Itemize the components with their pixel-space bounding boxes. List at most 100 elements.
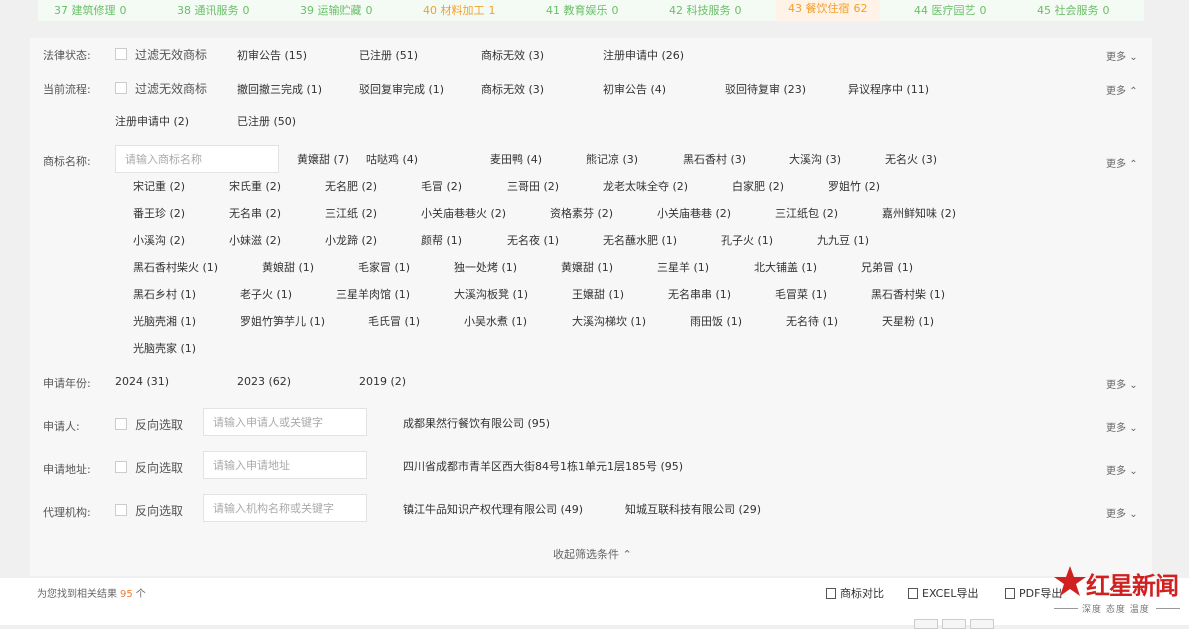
applicant-option[interactable]: 成都果然行餐饮有限公司 (95)	[403, 415, 550, 431]
address-option[interactable]: 四川省成都市青羊区西大街84号1栋1单元1层185号 (95)	[403, 458, 683, 474]
trademark-name-option[interactable]: 九九豆 (1)	[817, 232, 869, 248]
checkbox-box[interactable]	[115, 418, 127, 430]
trademark-name-option[interactable]: 小妹滋 (2)	[229, 232, 281, 248]
trademark-name-option[interactable]: 北大铺盖 (1)	[754, 259, 817, 275]
trademark-name-option[interactable]: 兄弟冒 (1)	[861, 259, 913, 275]
process-option[interactable]: 已注册 (50)	[237, 113, 296, 129]
trademark-name-option[interactable]: 嘉州鲜知味 (2)	[882, 205, 956, 221]
trademark-name-option[interactable]: 毛冒 (2)	[421, 178, 462, 194]
view-toggle[interactable]	[942, 619, 966, 629]
trademark-name-option[interactable]: 大溪沟梯坎 (1)	[572, 313, 646, 329]
process-option[interactable]: 驳回复审完成 (1)	[359, 81, 444, 97]
trademark-name-option[interactable]: 毛冒菜 (1)	[775, 286, 827, 302]
trademark-name-option[interactable]: 雨田饭 (1)	[690, 313, 742, 329]
process-option[interactable]: 撤回撤三完成 (1)	[237, 81, 322, 97]
agency-option[interactable]: 知城互联科技有限公司 (29)	[625, 501, 761, 517]
trademark-name-option[interactable]: 白家肥 (2)	[732, 178, 784, 194]
trademark-name-option[interactable]: 大溪沟板凳 (1)	[454, 286, 528, 302]
more-button[interactable]: 更多 ⌄	[1106, 376, 1138, 391]
trademark-name-option[interactable]: 资格素芬 (2)	[550, 205, 613, 221]
trademark-name-option[interactable]: 无名夜 (1)	[507, 232, 559, 248]
applicant-input[interactable]	[203, 408, 367, 436]
trademark-name-option[interactable]: 黄娘甜 (1)	[262, 259, 314, 275]
trademark-name-option[interactable]: 独一处烤 (1)	[454, 259, 517, 275]
trademark-name-option[interactable]: 王嬢甜 (1)	[572, 286, 624, 302]
more-button[interactable]: 更多 ⌄	[1106, 48, 1138, 63]
class-item[interactable]: 39 运输贮藏 0	[300, 2, 373, 18]
class-item[interactable]: 38 通讯服务 0	[177, 2, 250, 18]
reverse-select-checkbox[interactable]: 反向选取	[115, 459, 183, 476]
trademark-name-option[interactable]: 颜帮 (1)	[421, 232, 462, 248]
year-option[interactable]: 2024 (31)	[115, 375, 169, 388]
address-input[interactable]	[203, 451, 367, 479]
more-button[interactable]: 更多 ⌄	[1106, 419, 1138, 434]
process-option[interactable]: 初审公告 (4)	[603, 81, 666, 97]
trademark-name-option[interactable]: 黑石香村柴火 (1)	[133, 259, 218, 275]
checkbox-box[interactable]	[115, 461, 127, 473]
more-button[interactable]: 更多 ⌃	[1106, 155, 1138, 170]
view-toggle[interactable]	[970, 619, 994, 629]
trademark-name-option[interactable]: 小龙蹄 (2)	[325, 232, 377, 248]
trademark-name-option[interactable]: 无名串 (2)	[229, 205, 281, 221]
compare-button[interactable]: 商标对比	[826, 585, 884, 601]
trademark-name-option[interactable]: 罗姐竹 (2)	[828, 178, 880, 194]
process-option[interactable]: 注册申请中 (2)	[115, 113, 189, 129]
process-option[interactable]: 商标无效 (3)	[481, 81, 544, 97]
more-button[interactable]: 更多 ⌄	[1106, 505, 1138, 520]
legal-status-option[interactable]: 商标无效 (3)	[481, 47, 544, 63]
class-item[interactable]: 44 医疗园艺 0	[914, 2, 987, 18]
legal-status-option[interactable]: 已注册 (51)	[359, 47, 418, 63]
trademark-name-option[interactable]: 三江纸 (2)	[325, 205, 377, 221]
trademark-name-option[interactable]: 熊记凉 (3)	[586, 151, 638, 167]
year-option[interactable]: 2023 (62)	[237, 375, 291, 388]
trademark-name-option[interactable]: 小关庙巷巷 (2)	[657, 205, 731, 221]
trademark-name-option[interactable]: 宋氏重 (2)	[229, 178, 281, 194]
trademark-name-option[interactable]: 麦田鸭 (4)	[490, 151, 542, 167]
legal-status-option[interactable]: 初审公告 (15)	[237, 47, 307, 63]
trademark-name-option[interactable]: 三星羊肉馆 (1)	[336, 286, 410, 302]
class-item[interactable]: 42 科技服务 0	[669, 2, 742, 18]
trademark-name-option[interactable]: 无名待 (1)	[786, 313, 838, 329]
trademark-name-option[interactable]: 三星羊 (1)	[657, 259, 709, 275]
trademark-name-option[interactable]: 无名火 (3)	[885, 151, 937, 167]
trademark-name-option[interactable]: 龙老太味全夺 (2)	[603, 178, 688, 194]
trademark-name-option[interactable]: 黑石香村 (3)	[683, 151, 746, 167]
filter-invalid-checkbox[interactable]: 过滤无效商标	[115, 80, 207, 97]
agency-option[interactable]: 镇江牛品知识产权代理有限公司 (49)	[403, 501, 583, 517]
trademark-name-option[interactable]: 毛家冒 (1)	[358, 259, 410, 275]
trademark-name-option[interactable]: 咕哒鸡 (4)	[366, 151, 418, 167]
reverse-select-checkbox[interactable]: 反向选取	[115, 416, 183, 433]
trademark-name-option[interactable]: 大溪沟 (3)	[789, 151, 841, 167]
checkbox-box[interactable]	[115, 48, 127, 60]
trademark-name-option[interactable]: 无名蘸水肥 (1)	[603, 232, 677, 248]
trademark-name-option[interactable]: 无名串串 (1)	[668, 286, 731, 302]
class-item-active[interactable]: 43 餐饮住宿 62	[776, 0, 880, 21]
trademark-name-option[interactable]: 毛氏冒 (1)	[368, 313, 420, 329]
trademark-name-option[interactable]: 三江纸包 (2)	[775, 205, 838, 221]
trademark-name-option[interactable]: 老子火 (1)	[240, 286, 292, 302]
trademark-name-option[interactable]: 黄嬢甜 (1)	[561, 259, 613, 275]
trademark-name-option[interactable]: 孔子火 (1)	[721, 232, 773, 248]
trademark-name-option[interactable]: 宋记重 (2)	[133, 178, 185, 194]
trademark-name-option[interactable]: 小吴水煮 (1)	[464, 313, 527, 329]
year-option[interactable]: 2019 (2)	[359, 375, 406, 388]
trademark-name-option[interactable]: 光脑壳湘 (1)	[133, 313, 196, 329]
trademark-name-option[interactable]: 小关庙巷巷火 (2)	[421, 205, 506, 221]
trademark-name-input[interactable]	[115, 145, 279, 173]
reverse-select-checkbox[interactable]: 反向选取	[115, 502, 183, 519]
checkbox-box[interactable]	[115, 82, 127, 94]
process-option[interactable]: 异议程序中 (11)	[848, 81, 929, 97]
trademark-name-option[interactable]: 无名肥 (2)	[325, 178, 377, 194]
trademark-name-option[interactable]: 小溪沟 (2)	[133, 232, 185, 248]
view-toggle[interactable]	[914, 619, 938, 629]
more-button[interactable]: 更多 ⌄	[1106, 462, 1138, 477]
legal-status-option[interactable]: 注册申请中 (26)	[603, 47, 684, 63]
trademark-name-option[interactable]: 黄嬢甜 (7)	[297, 151, 349, 167]
trademark-name-option[interactable]: 黑石香村柴 (1)	[871, 286, 945, 302]
trademark-name-option[interactable]: 天星粉 (1)	[882, 313, 934, 329]
excel-export-button[interactable]: EXCEL导出	[908, 585, 978, 601]
class-item[interactable]: 41 教育娱乐 0	[546, 2, 619, 18]
checkbox-box[interactable]	[115, 504, 127, 516]
filter-invalid-checkbox[interactable]: 过滤无效商标	[115, 46, 207, 63]
more-button[interactable]: 更多 ⌃	[1106, 82, 1138, 97]
